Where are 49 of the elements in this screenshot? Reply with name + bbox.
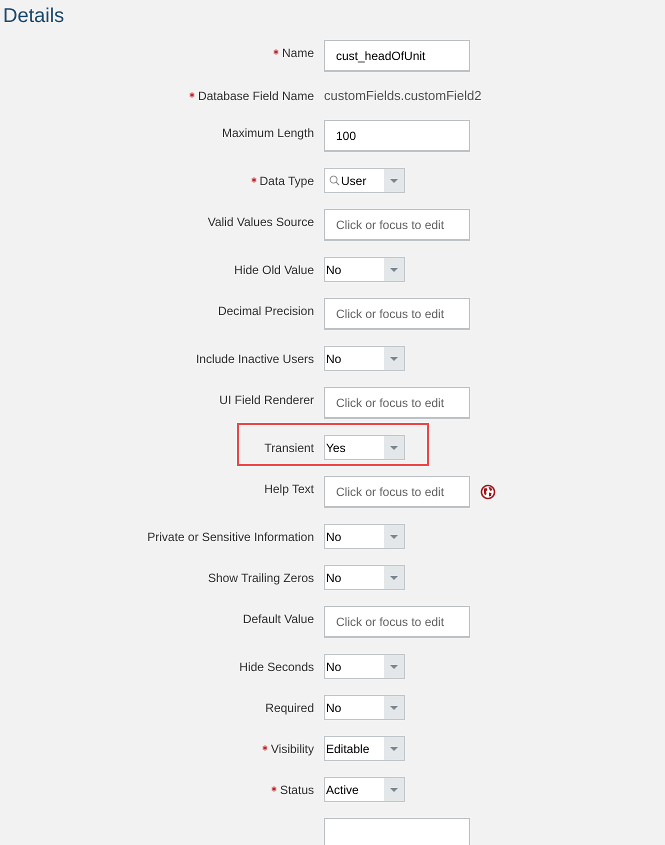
field-value: customFields.customField2 [324,88,482,104]
dropdown[interactable]: No [324,524,405,549]
text-field[interactable]: Click or focus to edit [324,476,470,508]
caret-icon [390,268,398,272]
field-label: Name [282,45,314,61]
field-label: Valid Values Source [208,214,314,230]
caret-icon [390,446,398,450]
field-label: Maximum Length [222,125,314,141]
dropdown[interactable]: No [324,257,405,282]
caret-icon [390,746,398,750]
text-field[interactable]: Click or focus to edit [324,606,470,638]
field-label: Private or Sensitive Information [147,529,314,545]
field-label: Include Inactive Users [196,351,314,367]
field-label: Hide Seconds [239,659,314,675]
dropdown[interactable]: No [324,695,405,720]
caret-icon [390,178,398,182]
dropdown[interactable]: No [324,654,405,679]
text-field[interactable]: 100 [324,120,470,152]
dropdown[interactable]: Yes [324,435,405,460]
field-label: Help Text [264,481,314,497]
field-label: Show Trailing Zeros [208,570,314,586]
field-label: Visibility [270,741,314,757]
field-label: Transient [264,440,314,456]
section-title: Details [2,4,66,29]
caret-icon [390,534,398,538]
dropdown[interactable]: No [324,565,405,590]
text-field[interactable]: Click or focus to edit [324,298,470,330]
dropdown[interactable]: User [324,168,405,193]
dropdown[interactable]: Editable [324,736,405,761]
field-label: Decimal Precision [218,303,314,319]
field-label: Status [280,782,314,798]
caret-icon [390,576,398,580]
field-label: Database Field Name [198,88,314,104]
field-label: Data Type [260,173,314,189]
text-field[interactable]: Click or focus to edit [324,387,470,419]
caret-icon [390,664,398,668]
dropdown[interactable]: No [324,346,405,371]
caret-icon [390,356,398,360]
text-field[interactable]: cust_headOfUnit [324,40,470,72]
field-label: Default Value [242,611,314,627]
field-label: UI Field Renderer [219,392,314,408]
dropdown[interactable]: Active [324,777,405,802]
text-field[interactable]: Click or focus to edit [324,209,470,241]
field-label: Required [265,700,314,716]
caret-icon [390,788,398,792]
globe-icon[interactable] [480,484,496,500]
field-label: Hide Old Value [234,262,314,278]
caret-icon [390,706,398,710]
text-field[interactable] [324,818,470,845]
